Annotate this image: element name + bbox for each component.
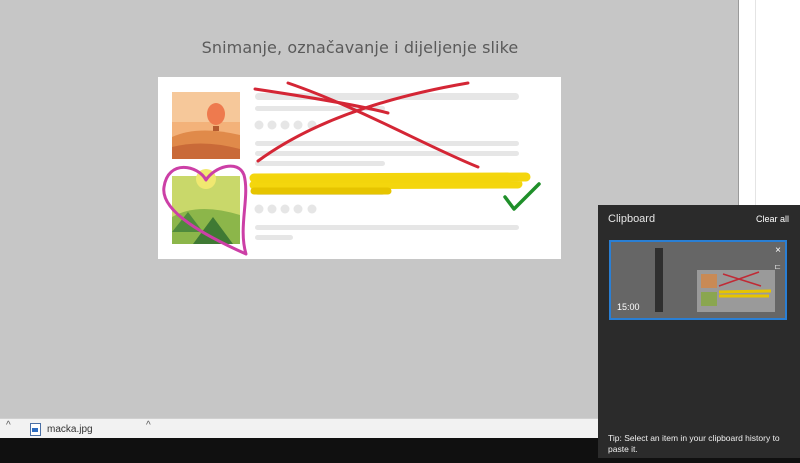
highlighter-strokes	[249, 172, 531, 195]
clipboard-item-time: 15:00	[617, 302, 640, 312]
pin-icon[interactable]: ⊏	[774, 262, 781, 271]
close-icon[interactable]: ×	[775, 245, 781, 256]
clipboard-panel: Clipboard Clear all 15:00 × ⊏ Tip: Selec…	[598, 205, 800, 458]
illustration-graphic	[162, 81, 541, 256]
clipboard-item[interactable]: 15:00 × ⊏	[609, 240, 787, 320]
balloon-image	[172, 92, 240, 159]
snip-illustration	[158, 77, 561, 259]
download-item[interactable]: macka.jpg	[30, 421, 93, 437]
chevron-up-icon[interactable]: ^	[146, 420, 151, 431]
clipboard-title: Clipboard	[608, 213, 656, 225]
clipboard-tip: Tip: Select an item in your clipboard hi…	[608, 433, 780, 454]
chevron-up-icon[interactable]: ^	[6, 420, 11, 431]
file-icon	[30, 422, 41, 436]
page-heading: Snimanje, označavanje i dijeljenje slike	[201, 38, 519, 57]
clear-all-button[interactable]: Clear all	[756, 214, 789, 224]
download-filename: macka.jpg	[47, 423, 93, 435]
